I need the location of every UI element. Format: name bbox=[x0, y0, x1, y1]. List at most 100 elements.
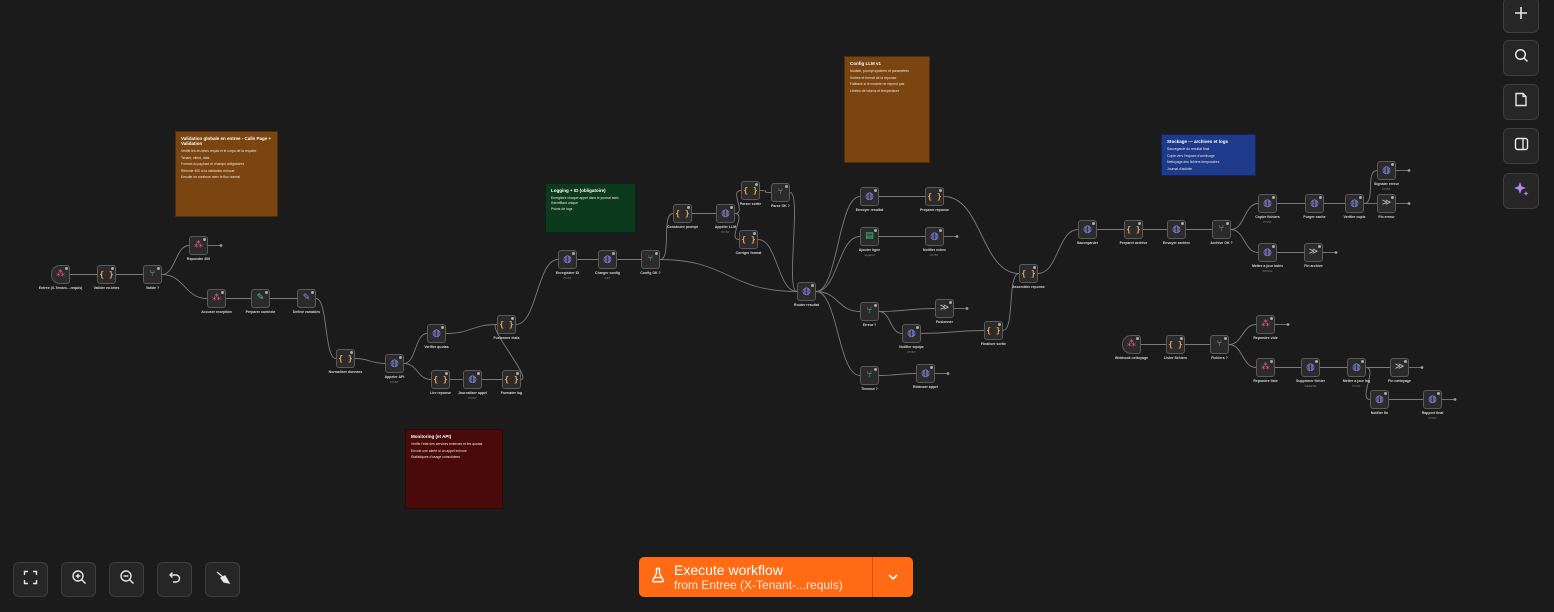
execute-trigger-dropdown[interactable] bbox=[873, 557, 913, 597]
output-handle[interactable] bbox=[1453, 398, 1457, 401]
workflow-node[interactable]: ✎ bbox=[251, 289, 270, 308]
node-connection[interactable] bbox=[1002, 273, 1020, 331]
sticky-note-validation[interactable]: Validation globale en entree - Calls Pag… bbox=[175, 131, 278, 217]
workflow-node[interactable]: ◍ bbox=[1301, 358, 1320, 377]
workflow-node[interactable]: ◍ bbox=[598, 250, 617, 269]
sticky-note-config[interactable]: Config LLM v1 Modele, prompt systeme et … bbox=[844, 56, 930, 163]
search-nodes-button[interactable] bbox=[1503, 40, 1539, 76]
sticky-note-storage[interactable]: Stockage — archives et logs Sauvegarde d… bbox=[1161, 134, 1256, 176]
workflow-node[interactable]: { } bbox=[1166, 335, 1185, 354]
output-handle[interactable] bbox=[219, 244, 223, 247]
zoom-in-button[interactable] bbox=[61, 562, 96, 597]
workflow-node[interactable]: { } bbox=[431, 370, 450, 389]
workflow-node[interactable]: ◍ bbox=[797, 282, 816, 301]
workflow-node[interactable]: ⁂ bbox=[1256, 315, 1275, 334]
workflow-node[interactable]: ◍ bbox=[463, 370, 482, 389]
node-connection[interactable] bbox=[315, 298, 337, 359]
workflow-node[interactable]: ◍ bbox=[1258, 194, 1277, 213]
tidy-up-button[interactable] bbox=[205, 562, 240, 597]
node-connection[interactable] bbox=[515, 259, 559, 325]
workflow-node[interactable]: ⑂ bbox=[1210, 335, 1229, 354]
output-handle[interactable] bbox=[1407, 169, 1411, 172]
node-connection[interactable] bbox=[1037, 229, 1079, 274]
workflow-node[interactable]: ≫ bbox=[1377, 194, 1396, 213]
workflow-node[interactable]: ≫ bbox=[935, 299, 954, 318]
workflow-node[interactable]: { } bbox=[925, 187, 944, 206]
ai-assistant-button[interactable] bbox=[1503, 173, 1539, 209]
workflow-node[interactable]: { } bbox=[497, 315, 516, 334]
workflow-node[interactable]: ◍ bbox=[385, 354, 404, 373]
workflow-node[interactable]: { } bbox=[1124, 220, 1143, 239]
workflow-node[interactable]: ◍ bbox=[1078, 220, 1097, 239]
workflow-node[interactable]: ◍ bbox=[1305, 194, 1324, 213]
output-handle[interactable] bbox=[955, 235, 959, 238]
toggle-panel-button[interactable] bbox=[1503, 128, 1539, 164]
add-sticky-button[interactable] bbox=[1503, 84, 1539, 120]
workflow-node[interactable]: ◍ bbox=[1347, 358, 1366, 377]
node-connection[interactable] bbox=[878, 308, 936, 312]
output-handle[interactable] bbox=[1407, 202, 1411, 205]
workflow-node[interactable]: { } bbox=[1019, 264, 1038, 283]
reset-zoom-button[interactable] bbox=[157, 562, 192, 597]
output-handle[interactable] bbox=[1420, 366, 1424, 369]
workflow-node[interactable]: ◍ bbox=[1370, 390, 1389, 409]
workflow-node[interactable]: ⑂ bbox=[143, 265, 162, 284]
workflow-node[interactable]: ▤ bbox=[860, 227, 879, 246]
workflow-node[interactable]: ◍ bbox=[860, 187, 879, 206]
workflow-node[interactable]: ◍ bbox=[902, 324, 921, 343]
node-connection[interactable] bbox=[757, 239, 798, 292]
workflow-node[interactable]: ⑂ bbox=[771, 183, 790, 202]
workflow-node[interactable]: ⁂ bbox=[1256, 358, 1275, 377]
workflow-node[interactable]: ⁂ bbox=[51, 265, 70, 284]
node-connection[interactable] bbox=[445, 324, 498, 334]
workflow-node[interactable]: ◍ bbox=[1345, 194, 1364, 213]
webhook-icon: ⁂ bbox=[56, 269, 65, 279]
workflow-node[interactable]: ◍ bbox=[1423, 390, 1442, 409]
sticky-note-logging[interactable]: Logging + ID (obligatoire) Enregistre ch… bbox=[545, 183, 636, 233]
node-connection[interactable] bbox=[1228, 324, 1257, 345]
workflow-node[interactable]: ⑂ bbox=[641, 250, 660, 269]
workflow-node[interactable]: ◍ bbox=[925, 227, 944, 246]
workflow-node[interactable]: { } bbox=[673, 204, 692, 223]
node-connection[interactable] bbox=[659, 259, 798, 292]
sticky-note-monitoring[interactable]: Monitoring (et API) Verifie l'etat des s… bbox=[405, 429, 503, 509]
zoom-out-button[interactable] bbox=[109, 562, 144, 597]
workflow-node[interactable]: { } bbox=[741, 181, 760, 200]
workflow-node[interactable]: ⑂ bbox=[860, 366, 879, 385]
workflow-node[interactable]: ⑂ bbox=[860, 302, 879, 321]
workflow-node[interactable]: ◍ bbox=[427, 324, 446, 343]
workflow-node[interactable]: ≫ bbox=[1390, 358, 1409, 377]
workflow-node[interactable]: ≫ bbox=[1304, 243, 1323, 262]
workflow-node[interactable]: ◍ bbox=[716, 204, 735, 223]
node-connection[interactable] bbox=[759, 190, 772, 193]
workflow-node[interactable]: ⁂ bbox=[189, 236, 208, 255]
output-handle[interactable] bbox=[1286, 323, 1290, 326]
tidy-up-icon bbox=[215, 569, 231, 590]
workflow-node[interactable]: ◍ bbox=[916, 364, 935, 383]
workflow-node[interactable]: { } bbox=[502, 370, 521, 389]
workflow-node[interactable]: { } bbox=[739, 230, 758, 249]
node-connection[interactable] bbox=[920, 330, 985, 334]
workflow-node[interactable]: ⑂ bbox=[1212, 220, 1231, 239]
output-handle[interactable] bbox=[965, 307, 969, 310]
workflow-node[interactable]: ⁂ bbox=[207, 289, 226, 308]
node-connection[interactable] bbox=[878, 373, 917, 376]
workflow-node[interactable]: ◍ bbox=[1167, 220, 1186, 239]
output-handle[interactable] bbox=[1334, 251, 1338, 254]
workflow-node[interactable]: { } bbox=[97, 265, 116, 284]
workflow-node[interactable]: ◍ bbox=[1258, 243, 1277, 262]
execute-workflow-button[interactable]: Execute workflow from Entree (X-Tenant-.… bbox=[639, 557, 872, 597]
workflow-node[interactable]: { } bbox=[984, 321, 1003, 340]
workflow-canvas[interactable]: Validation globale en entree - Calls Pag… bbox=[0, 0, 1554, 612]
workflow-node[interactable]: ✎ bbox=[297, 289, 316, 308]
workflow-node[interactable]: ◍ bbox=[1377, 161, 1396, 180]
workflow-node[interactable]: ◍ bbox=[558, 250, 577, 269]
workflow-node[interactable]: { } bbox=[336, 349, 355, 368]
workflow-node[interactable]: ⁂ bbox=[1122, 335, 1141, 354]
node-connection[interactable] bbox=[659, 213, 674, 260]
output-handle[interactable] bbox=[946, 372, 950, 375]
sticky-line: Nettoyage des fichiers temporaires bbox=[1167, 160, 1220, 165]
node-connection[interactable] bbox=[354, 358, 386, 364]
add-node-button[interactable] bbox=[1503, 0, 1539, 33]
fit-view-button[interactable] bbox=[13, 562, 48, 597]
